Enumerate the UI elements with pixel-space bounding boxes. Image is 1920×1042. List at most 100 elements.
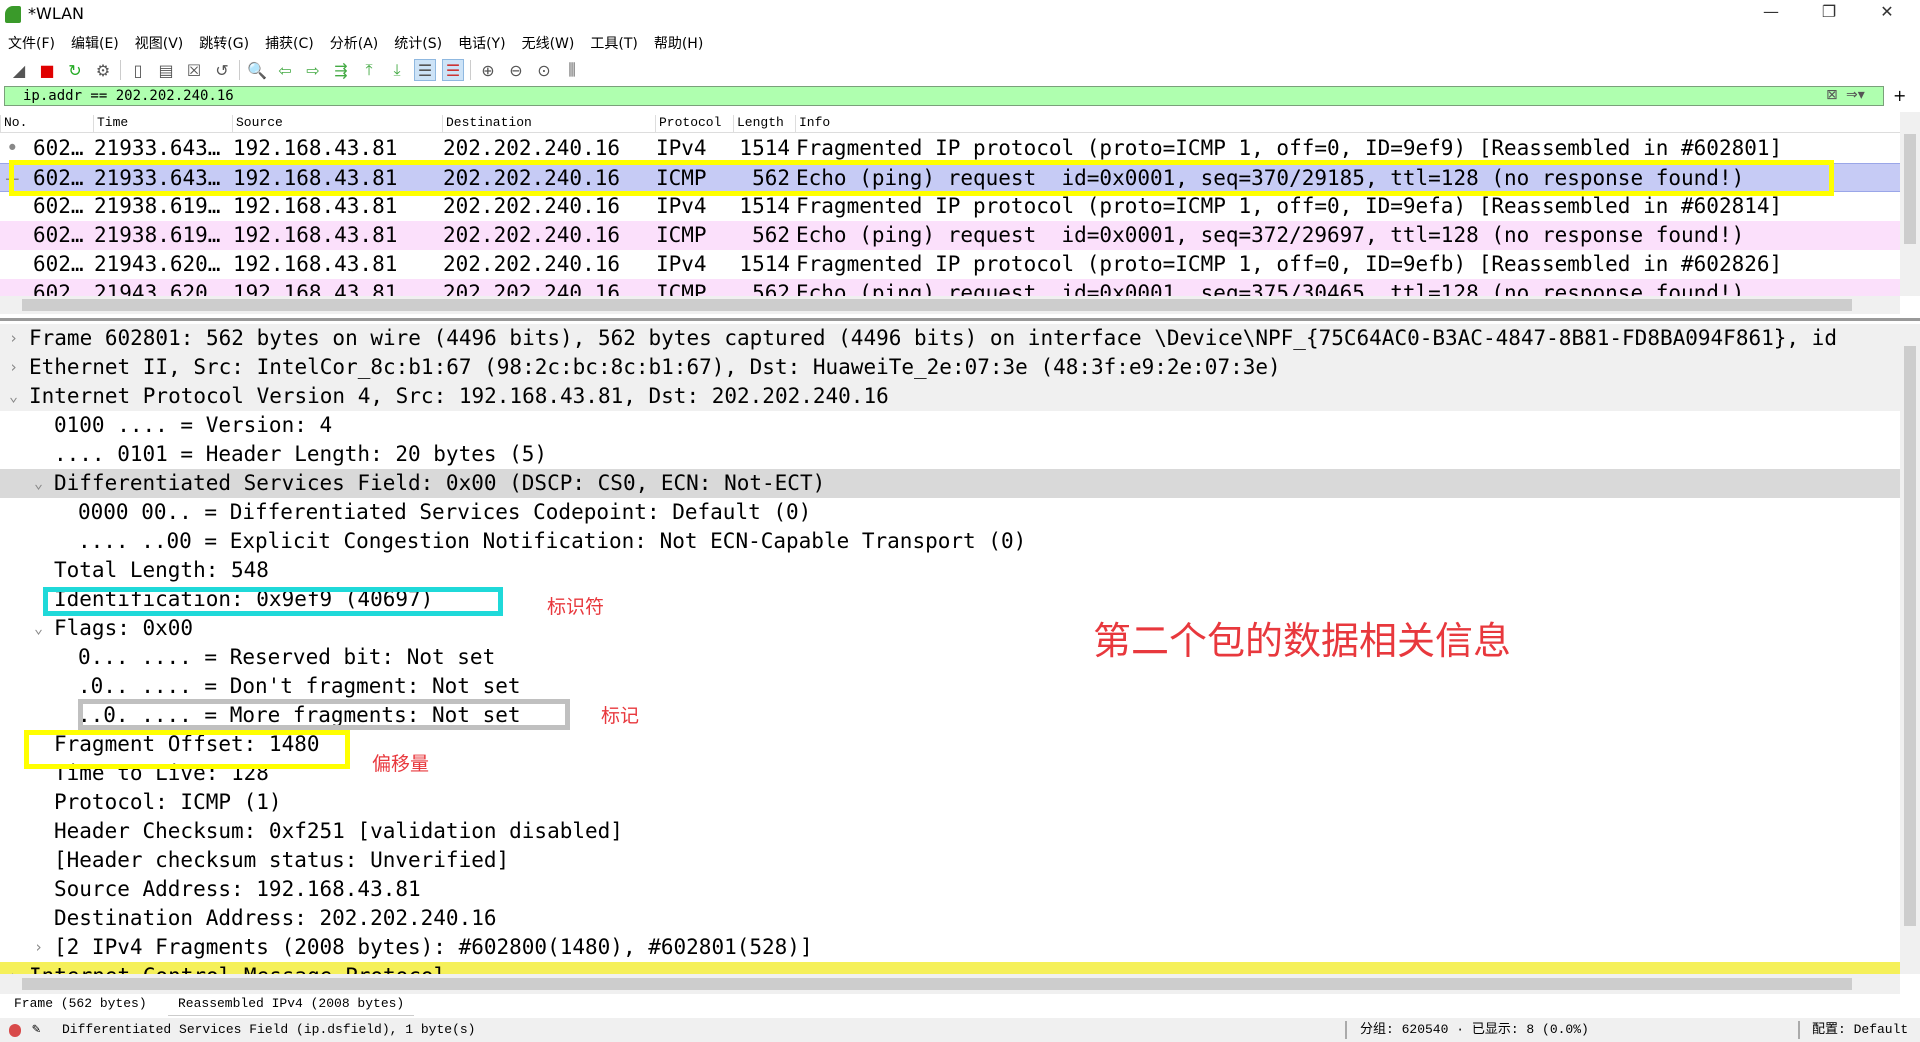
first-packet-icon[interactable]: ⤒	[358, 59, 380, 81]
chevron-right-icon[interactable]: ›	[9, 353, 18, 382]
minimize-button[interactable]: —	[1748, 2, 1794, 26]
packet-row[interactable]: • 602… 21933.643… 192.168.43.81 202.202.240.…	[0, 134, 1900, 163]
zoom-in-icon[interactable]: ⊕	[477, 59, 499, 81]
identification-label: 标识符	[547, 596, 605, 618]
last-packet-icon[interactable]: ⤓	[386, 59, 408, 81]
cell-len: 1514	[739, 136, 790, 160]
detail-tree-item[interactable]: ⌄ Flags: 0x00	[0, 614, 1900, 643]
tab-frame-bytes[interactable]: Frame (562 bytes)	[4, 996, 157, 1016]
detail-tree-item[interactable]: ⌄ Differentiated Services Field: 0x00 (DS…	[0, 469, 1900, 498]
zoom-normal-icon[interactable]: ⊙	[533, 59, 555, 81]
column-header-protocol[interactable]: Protocol	[655, 115, 721, 133]
detail-text: Protocol: ICMP (1)	[54, 790, 282, 814]
reload-icon[interactable]: ↺	[211, 59, 233, 81]
chevron-right-icon[interactable]: ›	[9, 324, 18, 353]
chevron-right-icon[interactable]: ›	[34, 933, 43, 962]
chevron-down-icon[interactable]: ⌄	[34, 614, 43, 643]
packet-list-vscroll[interactable]	[1900, 112, 1920, 296]
packet-row[interactable]: 602… 21943.620… 192.168.43.81 202.202.240.1…	[0, 250, 1900, 279]
detail-tree-item[interactable]: › Internet Control Message Protocol	[0, 962, 1900, 974]
menu-item[interactable]: 电话(Y)	[450, 30, 513, 54]
column-header-info[interactable]: Info	[795, 115, 830, 133]
details-hscroll[interactable]	[0, 974, 1900, 994]
menu-item[interactable]: 视图(V)	[127, 30, 192, 54]
cell-time: 21933.643…	[94, 136, 221, 160]
packet-row[interactable]: 602… 21938.619… 192.168.43.81 202.202.240.1…	[0, 221, 1900, 250]
menu-item[interactable]: 编辑(E)	[63, 30, 127, 54]
capture-options-icon[interactable]: ⚙	[92, 59, 114, 81]
go-to-packet-icon[interactable]: ⇶	[330, 59, 352, 81]
details-vscroll[interactable]	[1900, 324, 1920, 974]
detail-tree-item[interactable]: ⌄ Internet Protocol Version 4, Src: 192.1…	[0, 382, 1900, 411]
detail-text: .... 0101 = Header Length: 20 bytes (5)	[54, 442, 548, 466]
profile-label[interactable]: 配置: Default	[1812, 1018, 1908, 1042]
colorize-icon[interactable]: ☰	[442, 59, 464, 81]
cell-no: 602…	[33, 281, 84, 296]
tab-reassembled-bytes[interactable]: Reassembled IPv4 (2008 bytes)	[168, 996, 415, 1016]
chevron-down-icon[interactable]: ⌄	[34, 469, 43, 498]
menu-item[interactable]: 分析(A)	[322, 30, 387, 54]
packet-list-hscroll[interactable]	[0, 296, 1900, 314]
detail-tree-item: [Header checksum status: Unverified]	[0, 846, 1900, 875]
menu-item[interactable]: 帮助(H)	[646, 30, 711, 54]
menu-item[interactable]: 工具(T)	[582, 30, 645, 54]
shark-fin-start-icon[interactable]: ◢	[8, 59, 30, 81]
apply-filter-button[interactable]: ⇒▾	[1846, 87, 1865, 103]
go-forward-icon[interactable]: ⇨	[302, 59, 324, 81]
cell-src: 192.168.43.81	[233, 223, 398, 247]
menu-item[interactable]: 捕获(C)	[257, 30, 322, 54]
detail-tree-item: Total Length: 548	[0, 556, 1900, 585]
detail-tree-item[interactable]: › [2 IPv4 Fragments (2008 bytes): #602800…	[0, 933, 1900, 962]
packet-row[interactable]: 602… 21938.619… 192.168.43.81 202.202.240.1…	[0, 192, 1900, 221]
toolbar-separator	[239, 60, 240, 80]
cell-dst: 202.202.240.16	[443, 252, 621, 276]
menu-item[interactable]: 跳转(G)	[191, 30, 257, 54]
toolbar-separator	[120, 60, 121, 80]
chevron-down-icon[interactable]: ⌄	[9, 382, 18, 411]
menu-item[interactable]: 文件(F)	[0, 30, 63, 54]
packet-row[interactable]: 602… 21943.620… 192.168.43.81 202.202.240.1…	[0, 279, 1900, 296]
maximize-button[interactable]: ❐	[1806, 2, 1852, 26]
save-file-icon[interactable]: ▤	[155, 59, 177, 81]
detail-tree-item[interactable]: › Frame 602801: 562 bytes on wire (4496 b…	[0, 324, 1900, 353]
clear-filter-button[interactable]: ⊠	[1826, 87, 1838, 103]
detail-text: 0100 .... = Version: 4	[54, 413, 333, 437]
autoscroll-icon[interactable]: ☰	[414, 59, 436, 81]
detail-tree-item: 0... .... = Reserved bit: Not set	[0, 643, 1900, 672]
detail-text: Differentiated Services Field: 0x00 (DSC…	[54, 471, 826, 495]
detail-text: .0.. .... = Don't fragment: Not set	[78, 674, 521, 698]
byte-view-tabs: Frame (562 bytes) Reassembled IPv4 (2008…	[0, 996, 1920, 1016]
expert-info-icon[interactable]	[9, 1024, 21, 1037]
status-divider	[1345, 1021, 1347, 1039]
chevron-right-icon[interactable]: ›	[9, 962, 18, 974]
close-button[interactable]: ✕	[1864, 2, 1910, 26]
more-fragments-label: 标记	[601, 705, 640, 727]
add-filter-button[interactable]: +	[1893, 86, 1906, 105]
go-back-icon[interactable]: ⇦	[274, 59, 296, 81]
open-file-icon[interactable]: ▯	[127, 59, 149, 81]
main-toolbar: ◢ ■ ↻ ⚙ ▯ ▤ ☒ ↺ 🔍 ⇦ ⇨ ⇶ ⤒ ⤓ ☰ ☰ ⊕ ⊖ ⊙ ⫼	[0, 56, 1920, 84]
stop-capture-icon[interactable]: ■	[36, 59, 58, 81]
detail-tree-item[interactable]: › Ethernet II, Src: IntelCor_8c:b1:67 (98…	[0, 353, 1900, 382]
display-filter-input[interactable]: ip.addr == 202.202.240.16	[4, 86, 1884, 106]
zoom-out-icon[interactable]: ⊖	[505, 59, 527, 81]
find-packet-icon[interactable]: 🔍	[246, 59, 268, 81]
detail-text: Destination Address: 202.202.240.16	[54, 906, 497, 930]
pane-splitter[interactable]	[0, 318, 1920, 321]
detail-text: 0... .... = Reserved bit: Not set	[78, 645, 496, 669]
close-file-icon[interactable]: ☒	[183, 59, 205, 81]
menu-item[interactable]: 统计(S)	[386, 30, 450, 54]
edit-comment-icon[interactable]: ✎	[32, 1018, 40, 1042]
restart-capture-icon[interactable]: ↻	[64, 59, 86, 81]
column-header-no[interactable]: No.	[0, 115, 27, 133]
cell-proto: ICMP	[656, 281, 707, 296]
column-header-length[interactable]: Length	[733, 115, 784, 133]
packet-count: 分组: 620540 · 已显示: 8 (0.0%)	[1360, 1022, 1589, 1037]
column-header-time[interactable]: Time	[93, 115, 128, 133]
menu-item[interactable]: 无线(W)	[514, 30, 583, 54]
resize-columns-icon[interactable]: ⫼	[561, 59, 583, 81]
detail-tree-item: Source Address: 192.168.43.81	[0, 875, 1900, 904]
window-title: *WLAN	[28, 4, 85, 23]
column-header-source[interactable]: Source	[232, 115, 283, 133]
column-header-destination[interactable]: Destination	[442, 115, 532, 133]
